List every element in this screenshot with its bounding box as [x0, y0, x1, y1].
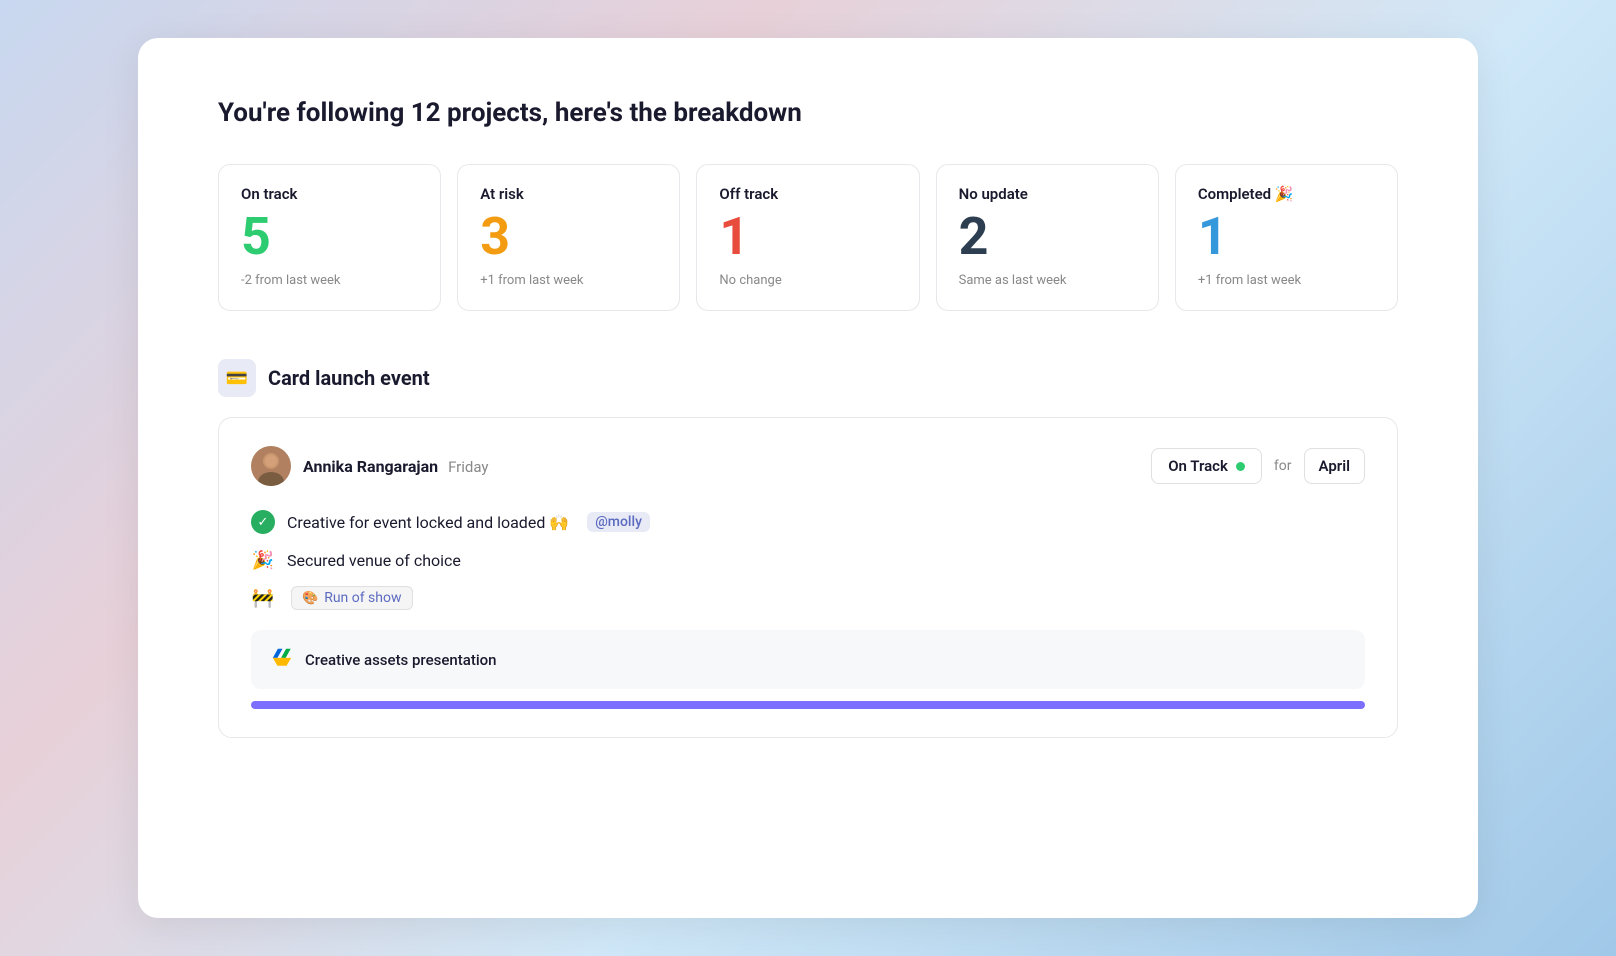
user-name-group: Annika Rangarajan Friday — [303, 457, 489, 476]
stat-card-completed[interactable]: Completed 🎉 1 +1 from last week — [1175, 164, 1398, 311]
stat-label-no-update: No update — [959, 185, 1136, 203]
stat-card-on-track[interactable]: On track 5 -2 from last week — [218, 164, 441, 311]
card-icon: 💳 — [226, 368, 248, 389]
update-header: Annika Rangarajan Friday On Track for Ap… — [251, 446, 1365, 486]
stat-card-at-risk[interactable]: At risk 3 +1 from last week — [457, 164, 680, 311]
update-item-3: 🚧 🎨 Run of show — [251, 586, 1365, 610]
link-label: Run of show — [324, 590, 401, 606]
update-item-2: 🎉 Secured venue of choice — [251, 548, 1365, 572]
update-item-1-text: Creative for event locked and loaded 🙌 — [287, 513, 569, 532]
stat-change-at-risk: +1 from last week — [480, 273, 657, 288]
update-items: ✓ Creative for event locked and loaded 🙌… — [251, 510, 1365, 610]
stat-change-off-track: No change — [719, 273, 896, 288]
stats-row: On track 5 -2 from last week At risk 3 +… — [218, 164, 1398, 311]
update-item-2-text: Secured venue of choice — [287, 551, 461, 570]
mention-molly[interactable]: @molly — [587, 512, 650, 532]
user-name: Annika Rangarajan — [303, 457, 438, 476]
status-badge[interactable]: On Track — [1151, 448, 1262, 484]
main-container: You're following 12 projects, here's the… — [138, 38, 1478, 918]
construction-icon: 🚧 — [251, 586, 275, 610]
section-header: 💳 Card launch event — [218, 359, 1398, 397]
attachment-card[interactable]: Creative assets presentation — [251, 630, 1365, 689]
stat-label-completed: Completed 🎉 — [1198, 185, 1375, 203]
stat-number-completed: 1 — [1198, 211, 1375, 263]
update-card: Annika Rangarajan Friday On Track for Ap… — [218, 417, 1398, 738]
gdrive-icon — [271, 646, 293, 673]
section-icon: 💳 — [218, 359, 256, 397]
status-badge-label: On Track — [1168, 457, 1228, 475]
status-for-label: for — [1270, 458, 1296, 474]
avatar — [251, 446, 291, 486]
status-dot — [1236, 462, 1245, 471]
check-icon: ✓ — [251, 510, 275, 534]
stat-change-on-track: -2 from last week — [241, 273, 418, 288]
user-info: Annika Rangarajan Friday — [251, 446, 489, 486]
stat-card-off-track[interactable]: Off track 1 No change — [696, 164, 919, 311]
stat-number-at-risk: 3 — [480, 211, 657, 263]
stat-number-off-track: 1 — [719, 211, 896, 263]
section-title: Card launch event — [268, 366, 430, 390]
run-of-show-link[interactable]: 🎨 Run of show — [291, 586, 413, 610]
stat-number-on-track: 5 — [241, 211, 418, 263]
user-date: Friday — [448, 458, 488, 476]
attachment-progress-bar — [251, 701, 1365, 709]
status-area: On Track for April — [1151, 448, 1365, 484]
stat-number-no-update: 2 — [959, 211, 1136, 263]
update-item-1: ✓ Creative for event locked and loaded 🙌… — [251, 510, 1365, 534]
party-icon: 🎉 — [251, 548, 275, 572]
stat-card-no-update[interactable]: No update 2 Same as last week — [936, 164, 1159, 311]
stat-label-at-risk: At risk — [480, 185, 657, 203]
stat-label-off-track: Off track — [719, 185, 896, 203]
stat-label-on-track: On track — [241, 185, 418, 203]
stat-change-no-update: Same as last week — [959, 273, 1136, 288]
figma-icon: 🎨 — [302, 591, 318, 606]
attachment-name: Creative assets presentation — [305, 651, 497, 669]
page-title: You're following 12 projects, here's the… — [218, 98, 1398, 128]
status-month[interactable]: April — [1304, 448, 1365, 484]
stat-change-completed: +1 from last week — [1198, 273, 1375, 288]
